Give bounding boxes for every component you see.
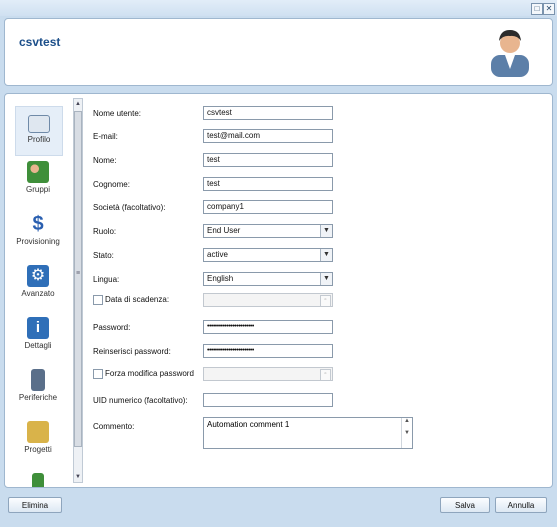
user-header: csvtest bbox=[4, 18, 553, 86]
comment-text: Automation comment 1 bbox=[207, 420, 290, 429]
sidebar-item-label: Dettagli bbox=[24, 341, 52, 350]
chevron-down-icon[interactable]: ▼ bbox=[320, 273, 332, 285]
chevron-down-icon[interactable]: ▼ bbox=[320, 249, 332, 261]
password-field[interactable]: •••••••••••••••••••••••• bbox=[203, 320, 333, 334]
language-label: Lingua: bbox=[93, 275, 120, 284]
gear-icon: ⚙ bbox=[27, 265, 49, 287]
company-field[interactable]: company1 bbox=[203, 200, 333, 214]
username-field[interactable]: csvtest bbox=[203, 106, 333, 120]
folder-icon bbox=[27, 421, 49, 443]
cancel-button[interactable]: Annulla bbox=[495, 497, 547, 513]
calendar-icon[interactable]: ▫ bbox=[320, 295, 331, 306]
book-icon bbox=[32, 473, 44, 487]
language-select[interactable]: English ▼ bbox=[203, 272, 333, 286]
textarea-scrollbar[interactable]: ▲ ▼ bbox=[401, 418, 412, 448]
role-select[interactable]: End User ▼ bbox=[203, 224, 333, 238]
sidebar-item-label: Gruppi bbox=[25, 185, 50, 194]
window-titlebar: □ ✕ bbox=[0, 0, 557, 16]
sidebar-item-gruppi[interactable]: Gruppi bbox=[15, 158, 61, 206]
email-label: E-mail: bbox=[93, 132, 118, 141]
profile-icon bbox=[28, 115, 50, 133]
maximize-icon[interactable]: □ bbox=[531, 3, 543, 15]
status-label: Stato: bbox=[93, 251, 114, 260]
info-icon: i bbox=[27, 317, 49, 339]
sidebar-item-label: Progetti bbox=[24, 445, 52, 454]
sidebar-item-avanzato[interactable]: ⚙ Avanzato bbox=[15, 262, 61, 310]
role-label: Ruolo: bbox=[93, 227, 117, 236]
expiry-label: Data di scadenza: bbox=[105, 295, 170, 304]
phone-icon bbox=[31, 369, 45, 391]
comment-textarea[interactable]: Automation comment 1 ▲ ▼ bbox=[203, 417, 413, 449]
force-change-label: Forza modifica password bbox=[105, 369, 194, 378]
scrollbar-thumb[interactable]: ≡ bbox=[74, 111, 82, 447]
firstname-label: Nome: bbox=[93, 156, 117, 165]
expiry-checkbox[interactable] bbox=[93, 295, 103, 305]
dollar-icon: $ bbox=[32, 213, 44, 235]
email-field[interactable]: test@mail.com bbox=[203, 129, 333, 143]
uid-field[interactable] bbox=[203, 393, 333, 407]
scroll-down-icon[interactable]: ▼ bbox=[74, 472, 82, 482]
sidebar-item-label: Avanzato bbox=[21, 289, 55, 298]
sidebar-item-progetti[interactable]: Progetti bbox=[15, 418, 61, 466]
lastname-field[interactable]: test bbox=[203, 177, 333, 191]
sidebar-item-provisioning[interactable]: $ Provisioning bbox=[15, 210, 61, 258]
uid-label: UID numerico (facoltativo): bbox=[93, 396, 188, 405]
sidebar-nav: Profilo Gruppi $ Provisioning ⚙ Avanzato… bbox=[5, 94, 73, 487]
sidebar-item-profilo[interactable]: Profilo bbox=[15, 106, 63, 156]
content-panel: Profilo Gruppi $ Provisioning ⚙ Avanzato… bbox=[4, 93, 553, 488]
calendar-icon[interactable]: ▫ bbox=[320, 369, 331, 380]
sidebar-item-label: Periferiche bbox=[18, 393, 58, 402]
role-value: End User bbox=[207, 226, 241, 235]
footer-bar: Elimina Salva Annulla bbox=[0, 490, 557, 527]
password-confirm-label: Reinserisci password: bbox=[93, 347, 171, 356]
sidebar-item-label: Profilo bbox=[27, 135, 51, 144]
sidebar-item-dettagli[interactable]: i Dettagli bbox=[15, 314, 61, 362]
comment-label: Commento: bbox=[93, 422, 135, 431]
sidebar-item-periferiche[interactable]: Periferiche bbox=[15, 366, 61, 414]
sidebar-item-more[interactable] bbox=[15, 470, 61, 487]
password-confirm-field[interactable]: •••••••••••••••••••••••• bbox=[203, 344, 333, 358]
username-label: Nome utente: bbox=[93, 109, 142, 118]
groups-icon bbox=[27, 161, 49, 183]
user-avatar-icon bbox=[491, 30, 529, 77]
page-title: csvtest bbox=[19, 35, 61, 49]
chevron-down-icon[interactable]: ▼ bbox=[320, 225, 332, 237]
force-change-checkbox[interactable] bbox=[93, 369, 103, 379]
sidebar-item-label: Provisioning bbox=[16, 237, 60, 246]
lastname-label: Cognome: bbox=[93, 180, 130, 189]
expiry-date-field[interactable]: ▫ bbox=[203, 293, 333, 307]
status-select[interactable]: active ▼ bbox=[203, 248, 333, 262]
close-icon[interactable]: ✕ bbox=[543, 3, 555, 15]
scroll-up-icon[interactable]: ▲ bbox=[74, 99, 82, 109]
sidebar-scrollbar[interactable]: ▲ ≡ ▼ bbox=[73, 98, 83, 483]
grip-icon: ≡ bbox=[76, 270, 81, 277]
status-value: active bbox=[207, 250, 228, 259]
save-button[interactable]: Salva bbox=[440, 497, 490, 513]
force-change-field[interactable]: ▫ bbox=[203, 367, 333, 381]
password-label: Password: bbox=[93, 323, 131, 332]
delete-button[interactable]: Elimina bbox=[8, 497, 62, 513]
company-label: Società (facoltativo): bbox=[93, 203, 166, 212]
firstname-field[interactable]: test bbox=[203, 153, 333, 167]
language-value: English bbox=[207, 274, 234, 283]
